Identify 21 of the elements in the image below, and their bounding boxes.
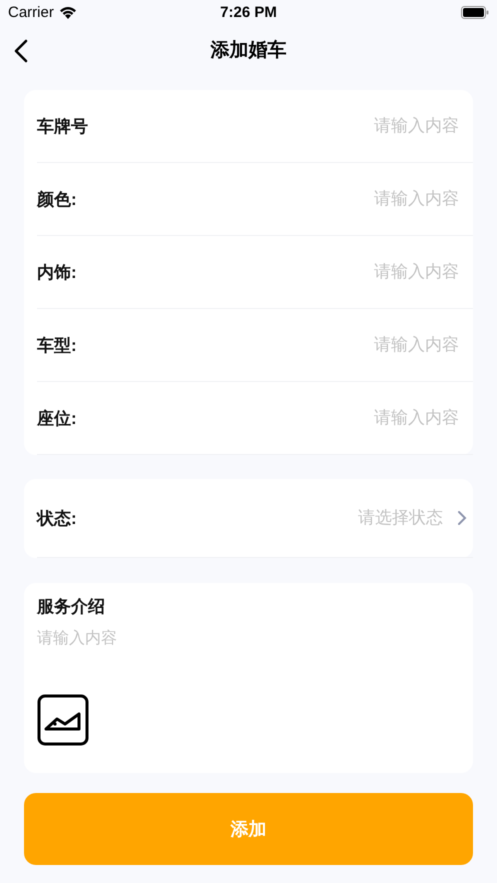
input-field[interactable]: 请输入内容 xyxy=(76,188,461,210)
input-field[interactable]: 请输入内容 xyxy=(76,261,461,283)
field-label: 车牌号 xyxy=(37,116,88,138)
service-intro-field[interactable]: 服务介绍 请输入内容 xyxy=(24,583,473,773)
wifi-icon xyxy=(58,6,77,19)
field-label: 状态: xyxy=(37,508,77,530)
field-label: 颜色: xyxy=(37,188,77,210)
section-title: 服务介绍 xyxy=(37,596,106,618)
input-field[interactable]: 请输入内容 xyxy=(88,115,461,137)
chevron-right-icon xyxy=(457,510,467,526)
page-title: 添加婚车 xyxy=(210,38,286,63)
carrier-name: Carrier xyxy=(8,4,54,21)
input-field[interactable]: 请输入内容 xyxy=(76,407,461,429)
battery-icon xyxy=(461,6,489,19)
status-select-field[interactable]: 请选择状态 xyxy=(76,507,445,529)
field-label: 车型: xyxy=(37,334,77,356)
image-upload-icon[interactable] xyxy=(37,694,89,746)
field-label: 座位: xyxy=(37,408,77,430)
input-field[interactable]: 请输入内容 xyxy=(76,334,461,356)
clock-time: 7:26 PM xyxy=(220,4,277,21)
field-label: 内饰: xyxy=(37,262,77,284)
